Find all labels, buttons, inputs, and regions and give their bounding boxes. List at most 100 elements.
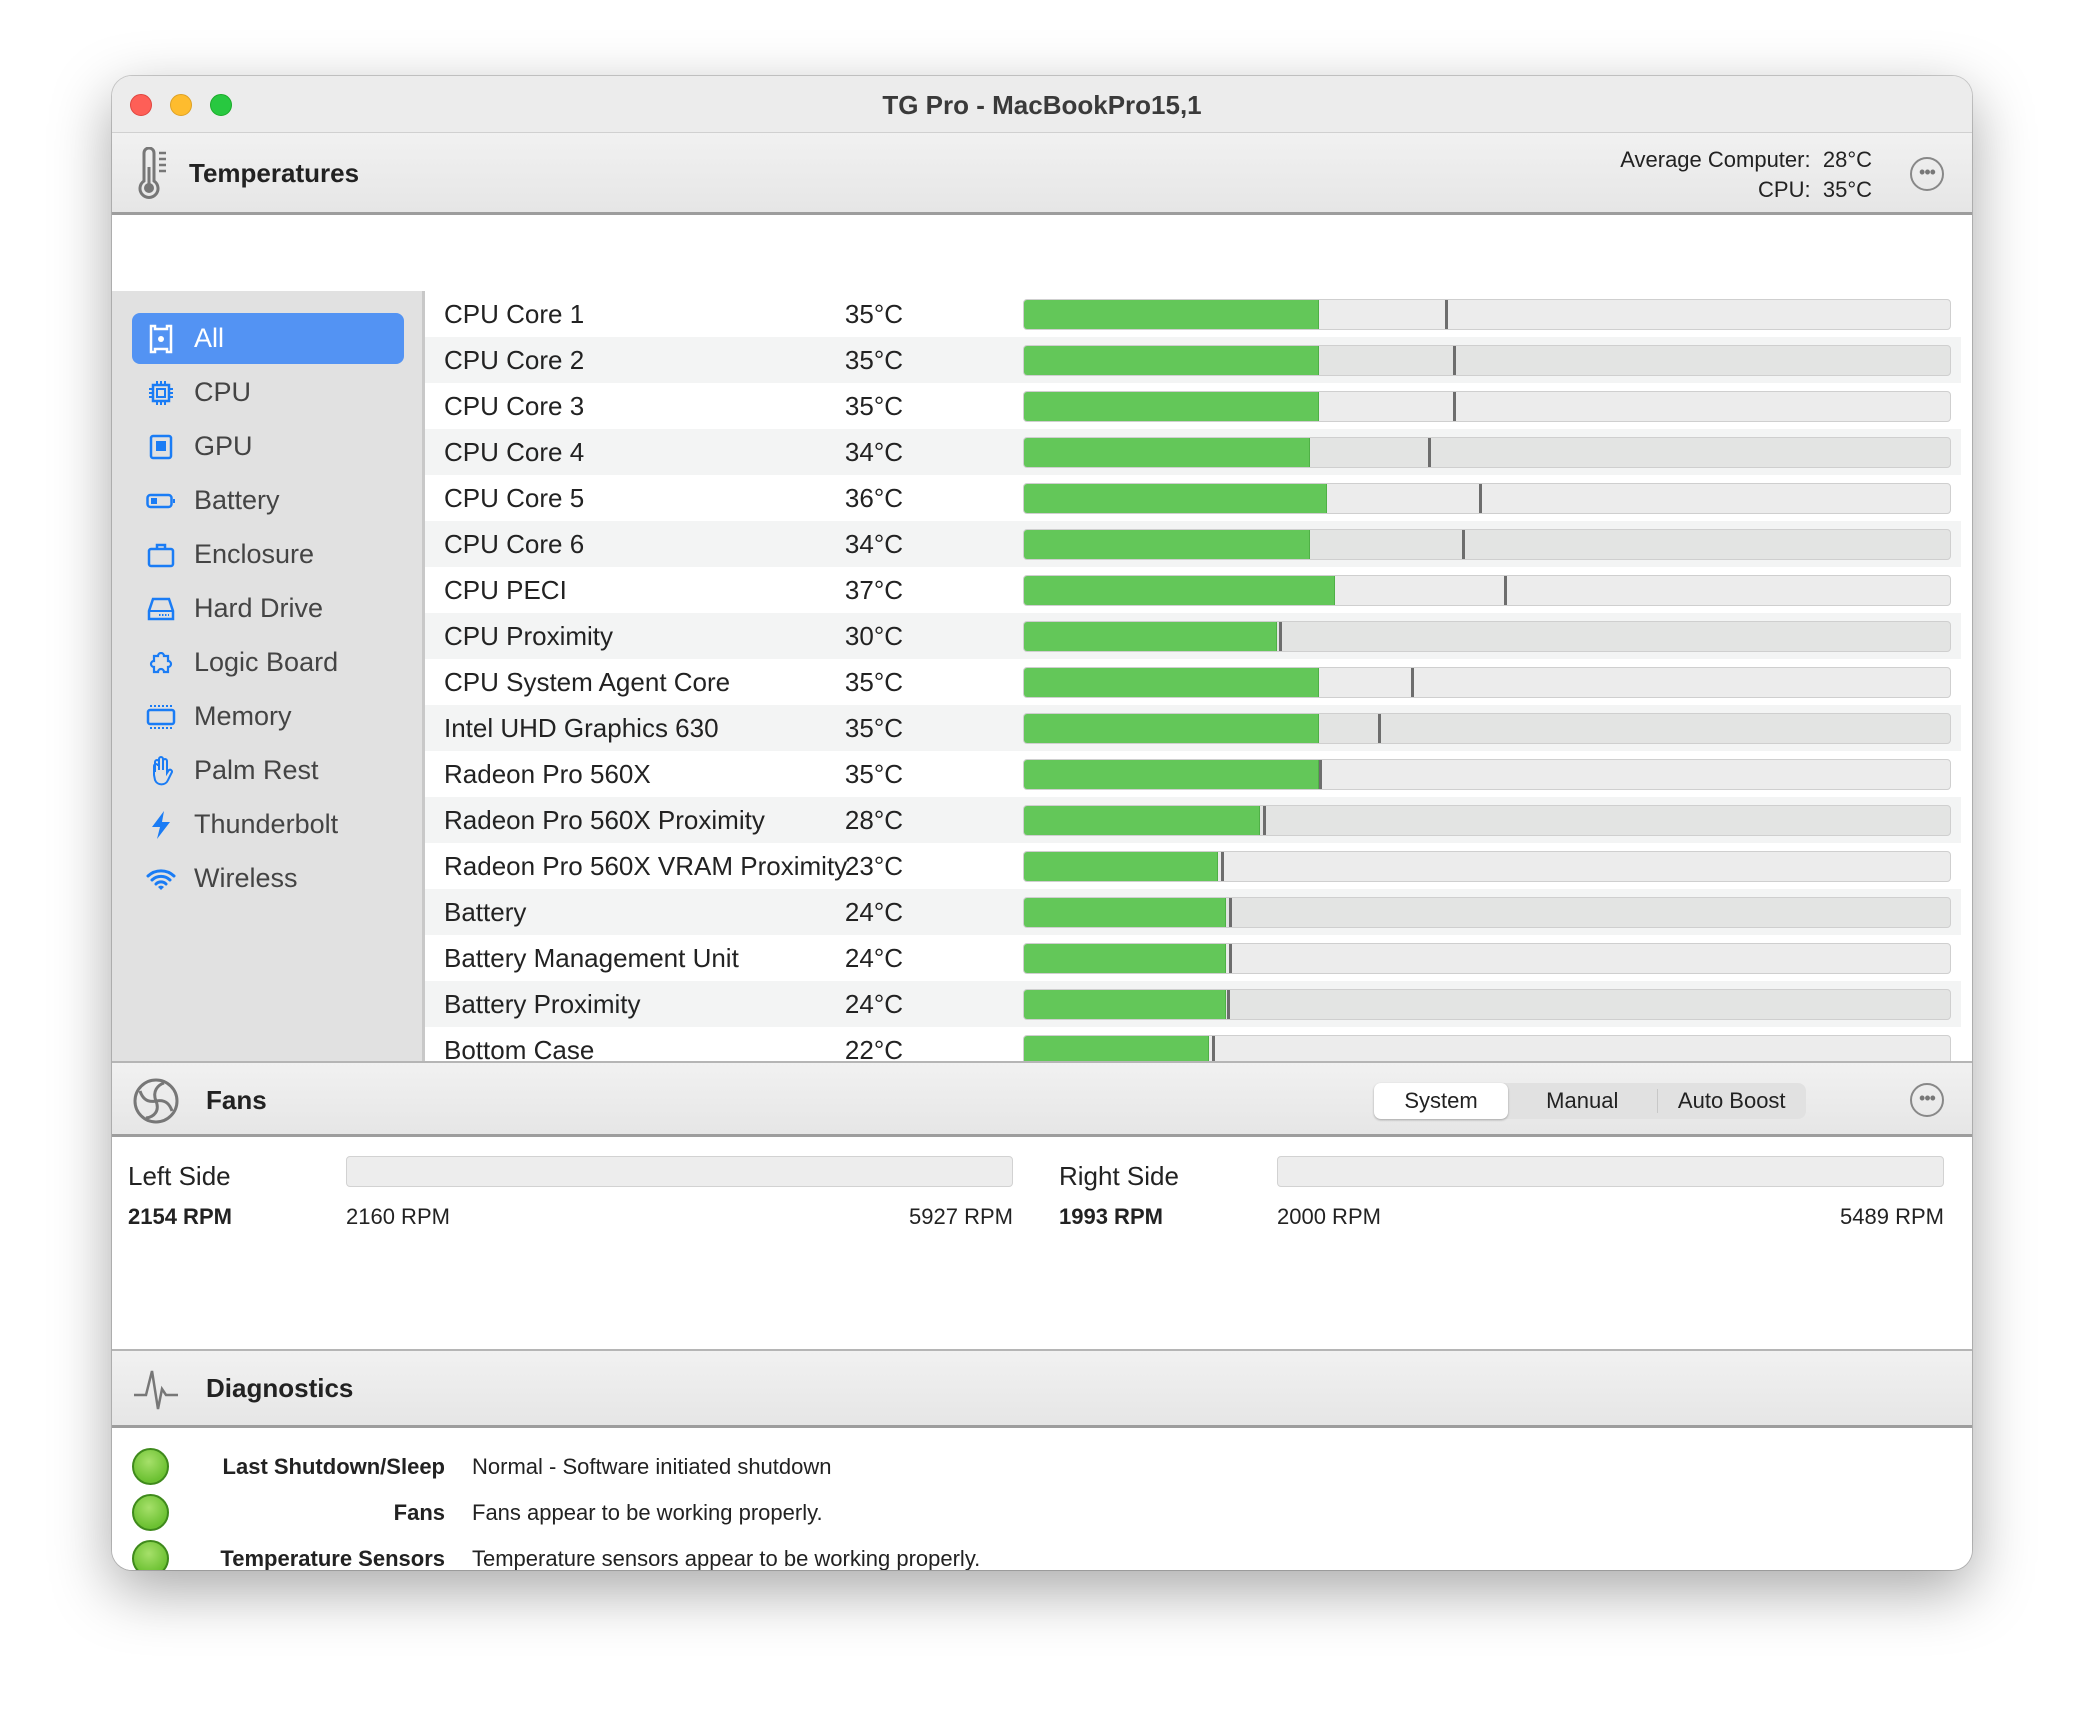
fan-name: Right Side <box>1059 1161 1179 1191</box>
memory-icon <box>146 704 176 730</box>
diagnostic-value: Temperature sensors appear to be working… <box>472 1546 981 1570</box>
diagnostics-panel: Last Shutdown/Sleep Normal - Software ini… <box>112 1428 1972 1570</box>
sensor-name: Radeon Pro 560X <box>444 759 651 789</box>
sidebar-item-palm-rest[interactable]: Palm Rest <box>132 745 404 796</box>
table-row[interactable]: CPU System Agent Core 35°C <box>425 659 1961 705</box>
table-row[interactable]: CPU Core 6 34°C <box>425 521 1961 567</box>
table-row[interactable]: Bottom Case 22°C <box>425 1027 1961 1061</box>
sidebar-item-gpu[interactable]: GPU <box>132 421 404 472</box>
sidebar-item-enclosure[interactable]: Enclosure <box>132 529 404 580</box>
diagnostic-row: Last Shutdown/Sleep Normal - Software ini… <box>112 1444 1972 1490</box>
temp-bar-fill <box>1024 576 1336 605</box>
sidebar-item-label: Enclosure <box>194 539 315 569</box>
sensor-temp: 24°C <box>844 897 903 927</box>
sensor-temp: 36°C <box>844 483 903 513</box>
temp-bar <box>1023 667 1951 698</box>
max-temp-marker <box>1478 484 1482 513</box>
diagnostic-row: Fans Fans appear to be working properly. <box>112 1490 1972 1536</box>
table-row[interactable]: CPU Core 4 34°C <box>425 429 1961 475</box>
logic-board-icon <box>146 651 176 674</box>
title-bar: TG Pro - MacBookPro15,1 <box>112 76 1972 133</box>
sensor-name: Battery Management Unit <box>444 943 739 973</box>
temp-bar <box>1023 989 1951 1020</box>
temp-bar-fill <box>1024 760 1319 789</box>
table-row[interactable]: CPU Core 3 35°C <box>425 383 1961 429</box>
max-temp-marker <box>1319 760 1323 789</box>
sensor-temp: 35°C <box>844 759 903 789</box>
max-temp-marker <box>1428 438 1432 467</box>
diagnostic-label: Fans <box>393 1500 445 1525</box>
sensor-name: Radeon Pro 560X Proximity <box>444 805 765 835</box>
temp-bar-fill <box>1024 668 1319 697</box>
mode-system-button[interactable]: System <box>1374 1083 1508 1119</box>
sidebar-item-all[interactable]: All <box>132 313 404 364</box>
sidebar-item-thunderbolt[interactable]: Thunderbolt <box>132 799 404 850</box>
sensor-temp: 30°C <box>844 621 903 651</box>
sensor-name: CPU Core 5 <box>444 483 585 513</box>
sidebar-item-cpu[interactable]: CPU <box>132 367 404 418</box>
diagnostic-label: Last Shutdown/Sleep <box>222 1454 445 1479</box>
app-window: TG Pro - MacBookPro15,1 Temperatures Ave… <box>112 76 1972 1570</box>
sidebar-item-label: Memory <box>194 701 292 731</box>
table-row[interactable]: Battery Management Unit 24°C <box>425 935 1961 981</box>
sensor-temp: 35°C <box>844 299 903 329</box>
table-row[interactable]: Intel UHD Graphics 630 35°C <box>425 705 1961 751</box>
diagnostic-label: Temperature Sensors <box>220 1546 445 1570</box>
temp-bar <box>1023 575 1951 606</box>
diagnostics-header: Diagnostics <box>112 1349 1972 1428</box>
sidebar-item-label: All <box>194 323 225 353</box>
max-temp-marker <box>1453 392 1457 421</box>
temp-bar-fill <box>1024 806 1260 835</box>
sensor-name: Battery Proximity <box>444 989 641 1019</box>
table-row[interactable]: Radeon Pro 560X 35°C <box>425 751 1961 797</box>
table-row[interactable]: Radeon Pro 560X VRAM Proximity 23°C <box>425 843 1961 889</box>
max-temp-marker <box>1263 806 1267 835</box>
sensor-name: Radeon Pro 560X VRAM Proximity <box>444 851 848 881</box>
sidebar-item-wireless[interactable]: Wireless <box>132 853 404 904</box>
table-row[interactable]: CPU Core 2 35°C <box>425 337 1961 383</box>
diagnostic-value: Normal - Software initiated shutdown <box>472 1454 832 1479</box>
table-row[interactable]: CPU Core 1 35°C <box>425 291 1961 337</box>
gpu-icon <box>146 434 176 460</box>
sensor-name: CPU Core 6 <box>444 529 585 559</box>
table-row[interactable]: Battery 24°C <box>425 889 1961 935</box>
sidebar-item-label: Battery <box>194 485 280 515</box>
temp-bar <box>1023 759 1951 790</box>
temp-bar-fill <box>1024 714 1319 743</box>
table-row[interactable]: CPU Core 5 36°C <box>425 475 1961 521</box>
more-options-icon[interactable]: ••• <box>1910 157 1944 191</box>
table-row[interactable]: Radeon Pro 560X Proximity 28°C <box>425 797 1961 843</box>
summary: Average Computer: 28°C CPU: 35°C <box>1620 145 1872 205</box>
sidebar-item-battery[interactable]: Battery <box>132 475 404 526</box>
max-temp-marker <box>1461 530 1465 559</box>
temp-bar-fill <box>1024 990 1227 1019</box>
sidebar-item-logic-board[interactable]: Logic Board <box>132 637 404 688</box>
table-row[interactable]: CPU Proximity 30°C <box>425 613 1961 659</box>
sensor-temp: 34°C <box>844 529 903 559</box>
max-temp-marker <box>1229 944 1233 973</box>
mode-manual-button[interactable]: Manual <box>1508 1089 1658 1113</box>
sensor-name: Battery <box>444 897 527 927</box>
temp-bar-fill <box>1024 484 1328 513</box>
sidebar-item-label: Thunderbolt <box>194 809 339 839</box>
sensor-temp: 35°C <box>844 345 903 375</box>
max-temp-marker <box>1211 1036 1215 1061</box>
sidebar-item-label: Logic Board <box>194 647 339 677</box>
temp-bar <box>1023 805 1951 836</box>
mode-auto-boost-button[interactable]: Auto Boost <box>1658 1083 1807 1119</box>
sidebar-item-label: Wireless <box>194 863 298 893</box>
average-label: Average Computer: <box>1620 147 1811 172</box>
sidebar-item-hard-drive[interactable]: Hard Drive <box>132 583 404 634</box>
sidebar-item-memory[interactable]: Memory <box>132 691 404 742</box>
sensor-temp: 24°C <box>844 989 903 1019</box>
sensor-name: CPU Proximity <box>444 621 614 651</box>
sensor-temp: 28°C <box>844 805 903 835</box>
more-options-icon[interactable]: ••• <box>1910 1083 1944 1117</box>
table-row[interactable]: Battery Proximity 24°C <box>425 981 1961 1027</box>
fan-max-rpm: 5927 RPM <box>909 1204 1013 1229</box>
temp-bar-fill <box>1024 1036 1210 1061</box>
sensor-temp: 24°C <box>844 943 903 973</box>
table-row[interactable]: CPU PECI 37°C <box>425 567 1961 613</box>
sidebar-item-label: Hard Drive <box>194 593 324 623</box>
temp-bar-fill <box>1024 622 1277 651</box>
